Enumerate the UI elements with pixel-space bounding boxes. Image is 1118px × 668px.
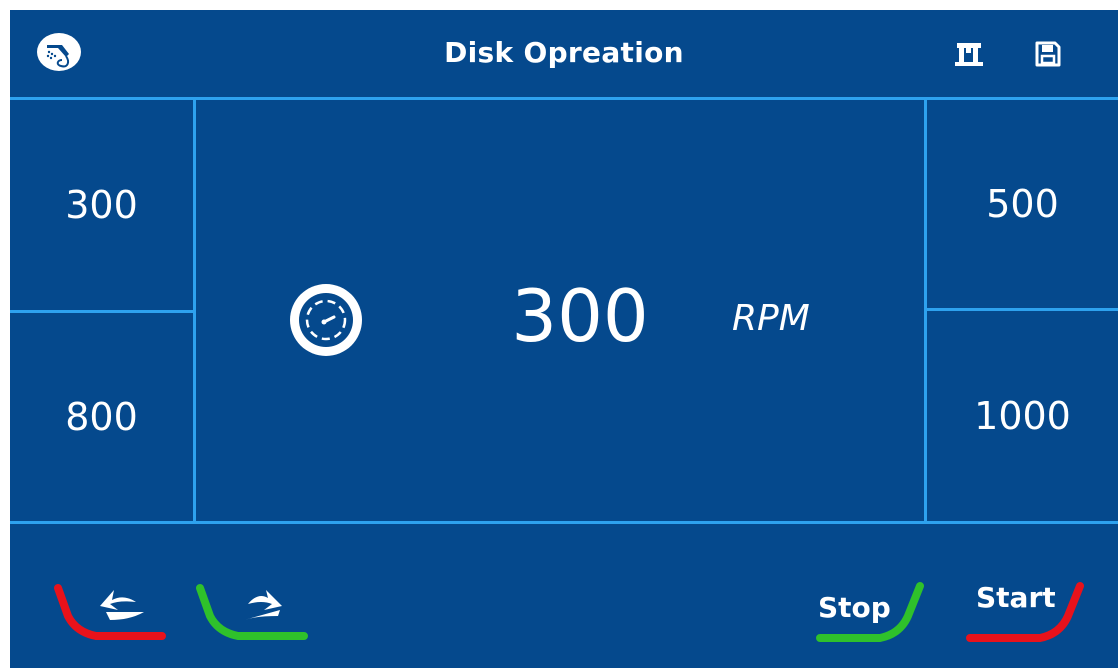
- preset-speed-top-left[interactable]: 300: [10, 100, 193, 310]
- back-arrow-icon: [54, 584, 166, 640]
- speedometer-icon: [286, 280, 366, 360]
- stop-button-label: Stop: [818, 591, 891, 624]
- grid-line-bottom: [10, 521, 1118, 524]
- current-speed-value: 300: [511, 274, 649, 358]
- device-icon[interactable]: [954, 40, 984, 68]
- stop-button[interactable]: Stop: [810, 576, 930, 648]
- disk-operation-screen: Disk Opreation 300 800 500 1000 300 RPM …: [10, 10, 1118, 668]
- back-button[interactable]: [50, 576, 170, 648]
- save-icon[interactable]: [1034, 40, 1062, 68]
- speed-unit-label: RPM: [732, 298, 810, 339]
- preset-speed-top-right[interactable]: 500: [927, 100, 1118, 308]
- forward-arrow-icon: [196, 584, 308, 640]
- preset-speed-bottom-left[interactable]: 800: [10, 313, 193, 521]
- forward-button[interactable]: [192, 576, 312, 648]
- start-button[interactable]: Start: [960, 576, 1090, 648]
- start-button-label: Start: [976, 581, 1056, 614]
- preset-speed-bottom-right[interactable]: 1000: [927, 311, 1118, 521]
- page-title: Disk Opreation: [444, 36, 684, 69]
